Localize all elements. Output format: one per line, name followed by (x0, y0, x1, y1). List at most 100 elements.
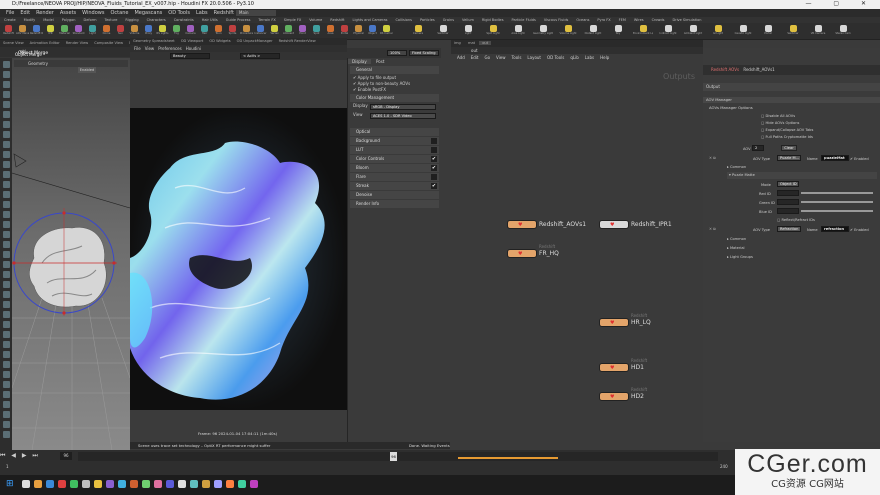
taskbar-app-icon[interactable] (46, 480, 54, 488)
taskbar-app-icon[interactable] (94, 480, 102, 488)
reflect-refract-check[interactable]: ▢ Reflect/Refract IDs (777, 218, 815, 222)
viewport-tool-icon[interactable] (2, 121, 10, 128)
tab-out[interactable]: out (479, 41, 492, 45)
green-id-slider[interactable] (801, 201, 873, 203)
viewport-tool-icon[interactable] (2, 91, 10, 98)
shelf-tab[interactable]: Polygon (58, 18, 80, 22)
network-menu-item[interactable]: OD Tools (547, 55, 564, 60)
taskbar-app-icon[interactable] (238, 480, 246, 488)
shelf-tool[interactable]: Environment Light (633, 24, 653, 39)
node-hd1[interactable]: ♥ (599, 363, 629, 372)
menu-item[interactable]: Octane (110, 10, 128, 16)
timeline-bar[interactable]: 96 (78, 452, 718, 461)
shelf-tab[interactable]: Grains (439, 18, 458, 22)
shelf-tool[interactable]: Light (86, 24, 99, 39)
viewport-tool-icon[interactable] (2, 241, 10, 248)
shelf-tab[interactable]: Rigid Bodies (478, 18, 508, 22)
display-dropdown[interactable]: sRGB - Display (370, 104, 436, 110)
shelf-tab[interactable]: Redshift (326, 18, 348, 22)
section-render-info[interactable]: Render Info (350, 200, 439, 208)
shelf-tool[interactable]: Redshift (2, 24, 15, 39)
taskbar-app-icon[interactable] (166, 480, 174, 488)
blue-id-slider[interactable] (801, 210, 873, 212)
taskbar-app-icon[interactable] (70, 480, 78, 488)
shelf-tool[interactable]: RS Camera (380, 24, 393, 39)
menu-item[interactable]: Megascans (134, 10, 162, 16)
taskbar-app-icon[interactable] (130, 480, 138, 488)
shelf-tab[interactable]: Texture (101, 18, 122, 22)
section-background[interactable]: Background (350, 137, 439, 145)
shelf-tool[interactable]: Redshift ROP (30, 24, 43, 39)
taskbar-app-icon[interactable] (22, 480, 30, 488)
shelf-tab[interactable]: Deform (80, 18, 101, 22)
shelf-tab[interactable]: Crowds (648, 18, 669, 22)
viewport-tool-icon[interactable] (2, 291, 10, 298)
enabled-toggle[interactable]: Enabled (78, 67, 96, 73)
aov1-common-folder[interactable]: ▸ Common (727, 165, 746, 169)
clear-button[interactable]: Clear (781, 145, 797, 151)
shelf-tool[interactable]: Ambient Light (683, 24, 703, 39)
shelf-tab[interactable]: Particles (416, 18, 439, 22)
shelf-tab[interactable]: Terrain FX (254, 18, 279, 22)
playback-controls[interactable]: ⏮ ◀ ▶ ⏭ (0, 452, 60, 460)
shelf-tool[interactable]: Dome (100, 24, 113, 39)
taskbar-app-icon[interactable] (118, 480, 126, 488)
network-path[interactable]: out (451, 47, 703, 54)
render-view-tab[interactable]: OD Widgets (206, 39, 233, 43)
render-view-tab[interactable]: OD Viewport (178, 39, 207, 43)
shelf-tool[interactable]: Proxy (142, 24, 155, 39)
network-menu-item[interactable]: Tools (512, 55, 522, 60)
menu-item[interactable]: File (6, 10, 14, 16)
output-tab[interactable]: Output (703, 83, 880, 91)
tab-mat[interactable]: mat (465, 41, 478, 45)
node-fr-hq[interactable]: ♥ (507, 249, 537, 258)
viewport-tool-icon[interactable] (2, 171, 10, 178)
render-menu-item[interactable]: Preferences (158, 46, 182, 51)
section-lut[interactable]: LUT (350, 146, 439, 154)
viewport-tool-icon[interactable] (2, 181, 10, 188)
shelf-tool[interactable]: Point (296, 24, 309, 39)
menu-item[interactable]: Assets (60, 10, 76, 16)
aov2-common-folder[interactable]: ▸ Common (727, 237, 746, 241)
start-frame[interactable]: 1 (6, 464, 18, 470)
aov1-name-field[interactable]: puzzleMat (821, 155, 849, 161)
taskbar-app-icon[interactable] (106, 480, 114, 488)
shelf-tool[interactable]: Camera (184, 24, 197, 39)
shelf-tool[interactable]: Switcher (433, 24, 453, 39)
aovs-dropdown[interactable]: < AoVs > (240, 53, 280, 59)
viewport-tool-icon[interactable] (2, 431, 10, 438)
network-editor[interactable]: img mat out out Add Edit Go View Tools Layout… (451, 40, 703, 442)
tab-post[interactable]: Post (372, 59, 388, 64)
flare-checkbox[interactable] (431, 174, 437, 180)
shelf-tab[interactable]: Viscous Fluids (540, 18, 573, 22)
shelf-tab[interactable]: Volume (305, 18, 326, 22)
view-dropdown[interactable]: ACES 1.0 - SDR Video (370, 113, 436, 119)
viewport-tool-icon[interactable] (2, 231, 10, 238)
end-frame[interactable]: 240 (720, 464, 734, 470)
section-optical[interactable]: Optical (350, 128, 439, 136)
network-menu-item[interactable]: View (496, 55, 506, 60)
aov2-light-groups-folder[interactable]: ▸ Light Groups (727, 255, 753, 259)
network-menu-item[interactable]: Go (485, 55, 491, 60)
shelf-tab[interactable]: Wires (630, 18, 648, 22)
aov1-enabled[interactable]: ✔ Enabled (850, 157, 869, 161)
shelf-tool[interactable]: Toon (212, 24, 225, 39)
beauty-dropdown[interactable]: Beauty (170, 53, 210, 59)
aov2-type-dropdown[interactable]: Refraction (777, 226, 801, 232)
shelf-tool[interactable]: Sun (114, 24, 127, 39)
viewport-tool-icon[interactable] (2, 301, 10, 308)
shelf-tool[interactable]: Portal (758, 24, 778, 39)
taskbar-app-icon[interactable] (250, 480, 258, 488)
viewport-tool-icon[interactable] (2, 131, 10, 138)
streak-checkbox[interactable]: ✔ (431, 183, 437, 189)
tab-display[interactable]: Display (348, 59, 371, 64)
node-hd2[interactable]: ♥ (599, 392, 629, 401)
taskbar-app-icon[interactable] (214, 480, 222, 488)
viewport-tool-icon[interactable] (2, 391, 10, 398)
lut-checkbox[interactable] (431, 147, 437, 153)
taskbar-app-icon[interactable] (142, 480, 150, 488)
shelf-tab[interactable]: Hair Utils (198, 18, 222, 22)
viewport-tool-icon[interactable] (2, 111, 10, 118)
shelf-tab[interactable]: Particle Fluids (508, 18, 540, 22)
shelf-tool[interactable]: Volume Light (558, 24, 578, 39)
